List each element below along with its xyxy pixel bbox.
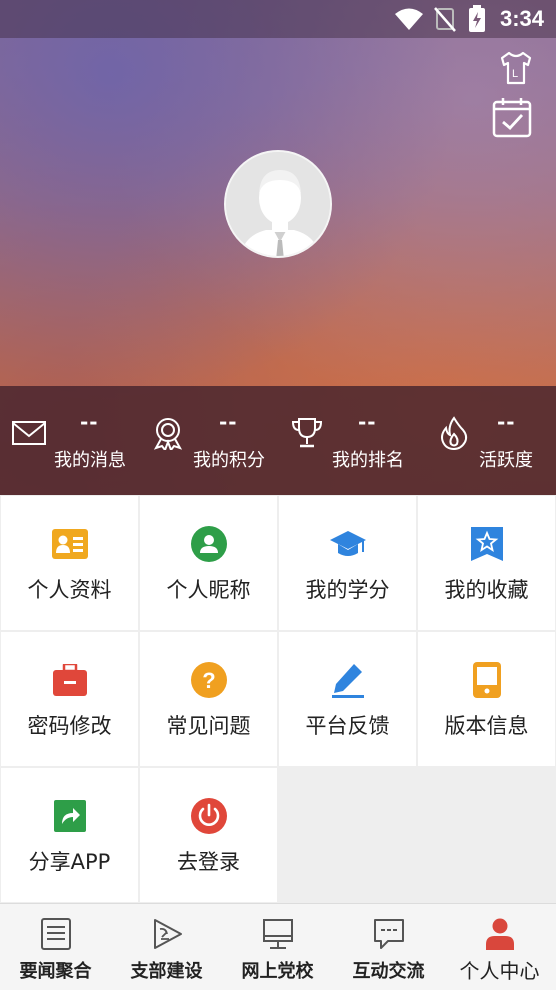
stat-label: 我的积分 xyxy=(193,450,265,471)
svg-text:L: L xyxy=(512,68,518,80)
menu-label: 常见问题 xyxy=(166,714,251,738)
menu-credits[interactable]: 我的学分 xyxy=(279,496,416,630)
nav-label: 支部建设 xyxy=(130,961,203,982)
battery-charging-icon xyxy=(468,5,485,32)
profile-header: 3:34 L -- 我的消息 -- 我的积分 -- 我的排名 -- 活跃度 xyxy=(0,0,556,495)
nav-personal-center[interactable]: 个人中心 xyxy=(444,904,555,990)
flame-icon xyxy=(441,416,468,450)
menu-grid: 个人资料 个人昵称 我的学分 我的收藏 密码修改 ? 常见问题 平台反馈 版本信… xyxy=(0,495,556,903)
menu-favorites[interactable]: 我的收藏 xyxy=(418,496,555,630)
trophy-icon xyxy=(291,418,323,448)
nav-label: 要闻聚合 xyxy=(19,961,92,982)
user-circle-icon xyxy=(190,526,227,562)
default-avatar-icon xyxy=(226,152,330,256)
bottom-nav: 要闻聚合 支部建设 网上党校 互动交流 个人中心 xyxy=(0,903,556,990)
stat-label: 我的排名 xyxy=(332,450,404,471)
svg-text:?: ? xyxy=(202,668,215,693)
menu-label: 我的学分 xyxy=(305,578,390,602)
stat-activity[interactable]: -- 活跃度 xyxy=(417,386,556,495)
menu-label: 个人昵称 xyxy=(166,578,251,602)
menu-share-app[interactable]: 分享APP xyxy=(1,768,138,902)
power-icon xyxy=(190,798,227,834)
menu-label: 我的收藏 xyxy=(444,578,529,602)
id-card-icon xyxy=(51,529,88,559)
stat-value: -- xyxy=(219,410,238,434)
party-play-icon xyxy=(153,919,182,949)
menu-label: 平台反馈 xyxy=(305,714,390,738)
menu-nickname[interactable]: 个人昵称 xyxy=(140,496,277,630)
stat-points[interactable]: -- 我的积分 xyxy=(139,386,278,495)
menu-login[interactable]: 去登录 xyxy=(140,768,277,902)
menu-feedback[interactable]: 平台反馈 xyxy=(279,632,416,766)
nav-school[interactable]: 网上党校 xyxy=(222,904,333,990)
menu-faq[interactable]: ? 常见问题 xyxy=(140,632,277,766)
chat-icon xyxy=(373,919,404,949)
nav-label: 个人中心 xyxy=(459,959,540,983)
menu-label: 密码修改 xyxy=(27,714,112,738)
stat-label: 活跃度 xyxy=(479,450,533,471)
nav-news[interactable]: 要闻聚合 xyxy=(0,904,111,990)
phone-icon xyxy=(472,662,501,698)
menu-label: 分享APP xyxy=(28,850,111,874)
pencil-icon xyxy=(331,664,364,698)
nav-label: 网上党校 xyxy=(241,961,314,982)
briefcase-icon xyxy=(52,664,87,696)
menu-label: 去登录 xyxy=(177,850,240,874)
clock: 3:34 xyxy=(499,6,544,31)
menu-profile[interactable]: 个人资料 xyxy=(1,496,138,630)
graduation-cap-icon xyxy=(329,531,366,556)
nav-branch[interactable]: 支部建设 xyxy=(111,904,222,990)
no-signal-icon xyxy=(434,7,456,32)
question-icon: ? xyxy=(190,662,227,698)
person-icon xyxy=(485,918,514,950)
stat-value: -- xyxy=(358,410,377,434)
wifi-icon xyxy=(394,8,423,30)
menu-label: 个人资料 xyxy=(27,578,112,602)
star-bookmark-icon xyxy=(470,527,503,561)
stats-bar: -- 我的消息 -- 我的积分 -- 我的排名 -- 活跃度 xyxy=(0,386,556,495)
nav-interaction[interactable]: 互动交流 xyxy=(333,904,444,990)
avatar[interactable] xyxy=(224,150,332,258)
news-icon xyxy=(40,918,71,950)
medal-icon xyxy=(153,418,183,450)
stat-label: 我的消息 xyxy=(54,450,126,471)
menu-label: 版本信息 xyxy=(444,714,529,738)
stat-ranking[interactable]: -- 我的排名 xyxy=(278,386,417,495)
calendar-check-icon[interactable] xyxy=(492,96,532,138)
menu-version[interactable]: 版本信息 xyxy=(418,632,555,766)
stat-value: -- xyxy=(497,410,516,434)
share-icon xyxy=(53,800,86,832)
menu-change-password[interactable]: 密码修改 xyxy=(1,632,138,766)
status-bar: 3:34 xyxy=(0,0,556,38)
mail-icon xyxy=(12,421,46,445)
tshirt-icon[interactable]: L xyxy=(498,50,534,86)
monitor-icon xyxy=(262,919,293,949)
nav-label: 互动交流 xyxy=(352,961,425,982)
stat-value: -- xyxy=(80,410,99,434)
stat-messages[interactable]: -- 我的消息 xyxy=(0,386,139,495)
